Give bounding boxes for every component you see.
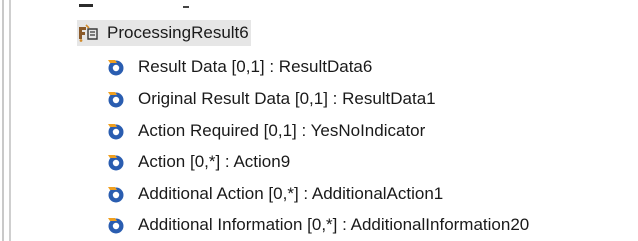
tree-node-processing-result[interactable]: ProcessingResult6 (77, 20, 251, 46)
attribute-icon (108, 92, 124, 108)
attribute-icon (108, 60, 124, 76)
tree-node-attribute[interactable]: Action Required [0,1] : YesNoIndicator (106, 118, 425, 144)
tree-node-label: Additional Information [0,*] : Additiona… (138, 215, 530, 234)
class-element-icon (79, 24, 98, 42)
tree-node-attribute[interactable]: Original Result Data [0,1] : ResultData1 (106, 86, 436, 112)
model-tree-view[interactable]: ProcessingResult6 Result Data [0,1] : Re… (0, 0, 638, 241)
tree-node-attribute[interactable]: Additional Action [0,*] : AdditionalActi… (106, 181, 443, 207)
clipped-previous-row (79, 0, 209, 12)
tree-node-label: Action Required [0,1] : YesNoIndicator (138, 121, 426, 140)
clipped-text (183, 1, 189, 8)
tree-guide-line (2, 0, 4, 241)
attribute-icon (108, 187, 124, 203)
attribute-icon (108, 218, 124, 234)
clipped-icon (79, 4, 93, 7)
tree-node-label: ProcessingResult6 (107, 23, 249, 42)
tree-node-label: Original Result Data [0,1] : ResultData1 (138, 89, 436, 108)
tree-guide-line-inner (9, 0, 11, 241)
tree-node-attribute[interactable]: Additional Information [0,*] : Additiona… (106, 212, 529, 238)
tree-node-attribute[interactable]: Action [0,*] : Action9 (106, 149, 290, 175)
tree-node-label: Action [0,*] : Action9 (138, 152, 291, 171)
tree-node-attribute[interactable]: Result Data [0,1] : ResultData6 (106, 54, 372, 80)
tree-node-label: Additional Action [0,*] : AdditionalActi… (138, 184, 444, 203)
attribute-icon (108, 124, 124, 140)
tree-node-label: Result Data [0,1] : ResultData6 (138, 57, 373, 76)
attribute-icon (108, 155, 124, 171)
